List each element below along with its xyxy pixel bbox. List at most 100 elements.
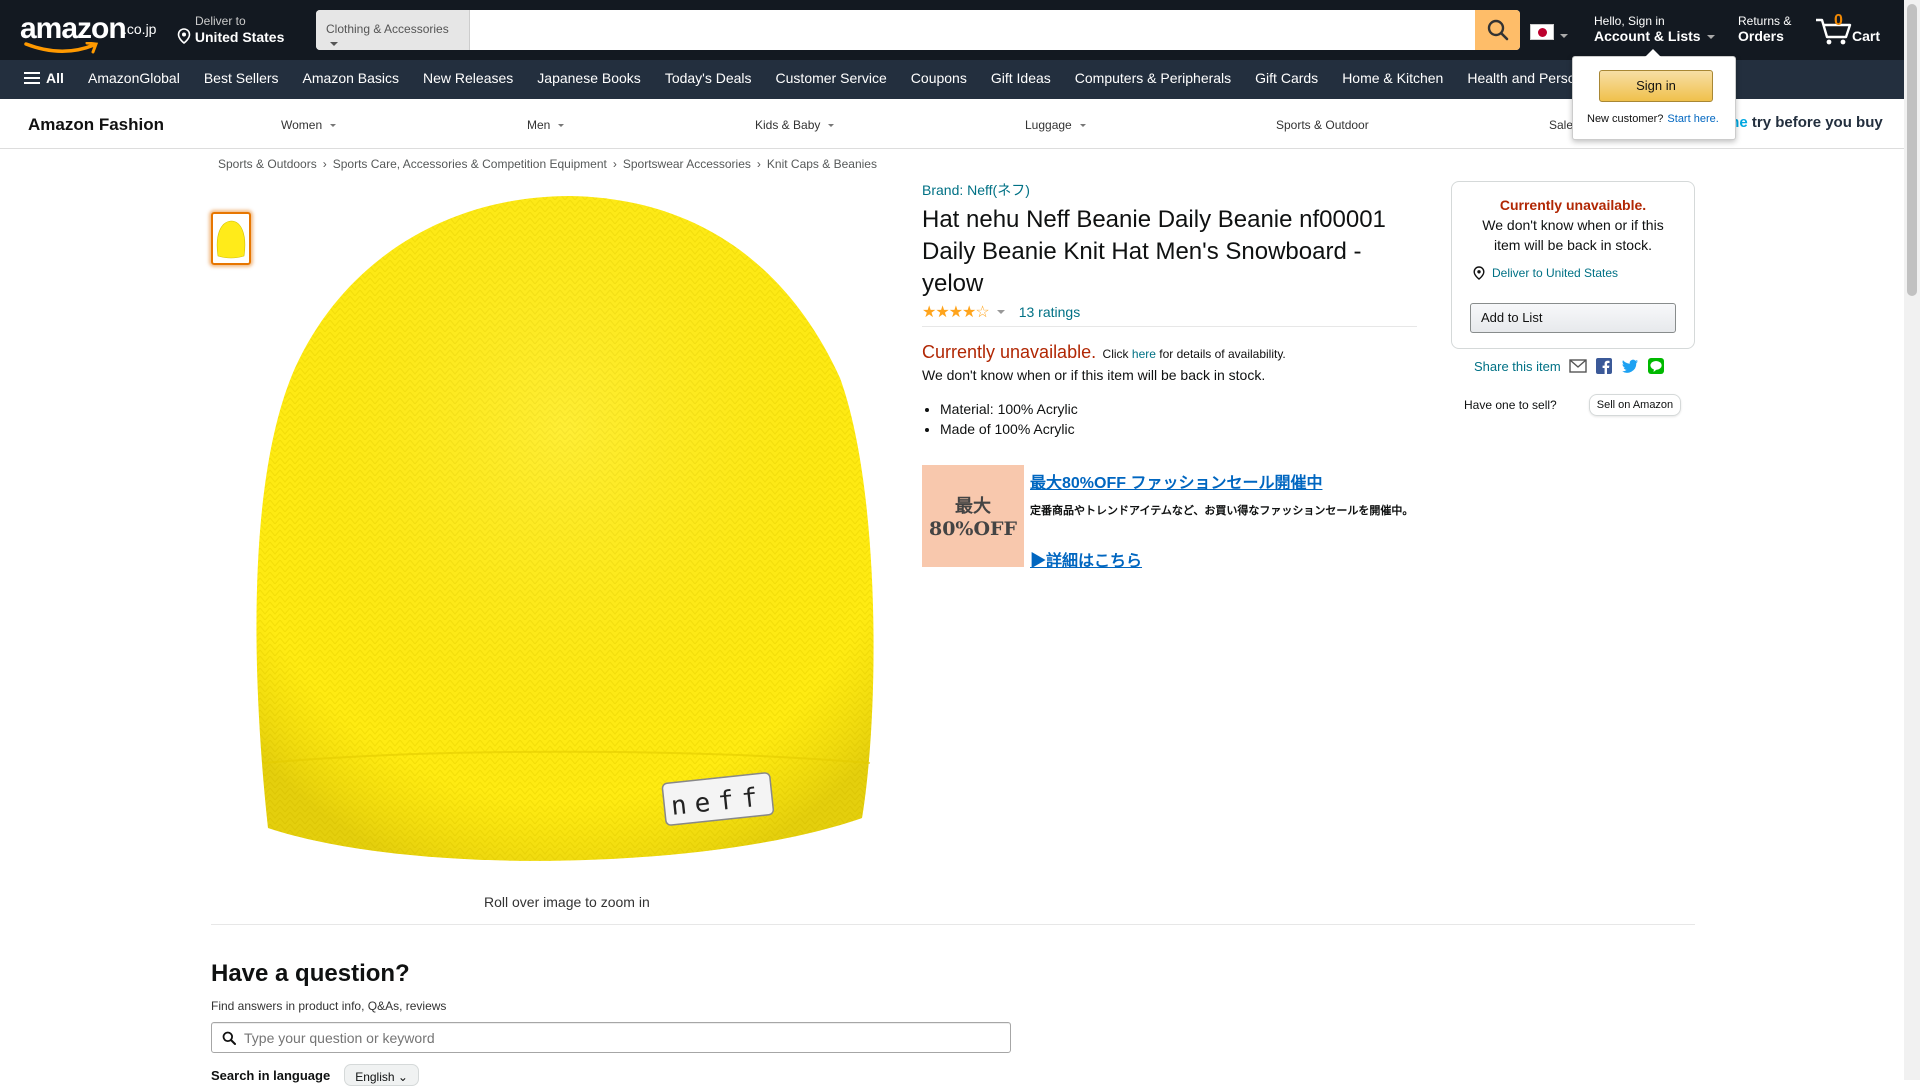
account-and-lists[interactable]: Hello, Sign in Account & Lists [1594,14,1715,44]
question-search-input[interactable] [244,1029,944,1046]
logo-smile-icon [24,42,99,54]
add-to-list-button[interactable]: Add to List [1470,303,1676,333]
fashion-nav-sale[interactable]: Sale [1549,118,1573,132]
sale-badge-line1: 最大 [955,496,991,517]
fashion-nav-luggage[interactable]: Luggage [1025,118,1086,132]
chevron-down-icon [330,41,338,46]
sale-badge-line2: 80%OFF [928,518,1018,540]
nav-item[interactable]: Today's Deals [665,70,752,86]
amazon-fashion-logo[interactable]: Amazon Fashion [28,115,164,135]
availability-section: Currently unavailable. Click here for de… [922,342,1417,383]
orders-label: Orders [1738,28,1784,44]
nav-item[interactable]: Computers & Peripherals [1075,70,1231,86]
promo-headline-link[interactable]: 最大80%OFF ファッションセール開催中 [1030,469,1322,493]
search-category-dropdown[interactable]: Clothing & Accessories [316,10,470,50]
feature-bullet: Made of 100% Acrylic [940,419,1417,439]
nav-item[interactable]: Gift Cards [1255,70,1318,86]
buybox-stock-text: We don't know when or if this item will … [1482,217,1664,253]
search-icon [222,1031,236,1045]
breadcrumb-item[interactable]: Knit Caps & Beanies [767,157,877,171]
nav-item[interactable]: New Releases [423,70,513,86]
nav-item[interactable]: Coupons [911,70,967,86]
fashion-nav-label: Kids & Baby [755,118,821,132]
all-menu-button[interactable]: All [24,70,64,86]
deliver-label: Deliver to [195,14,246,28]
cart-button[interactable]: 0 Cart [1814,12,1884,48]
fashion-nav-women[interactable]: Women [281,118,337,132]
cart-icon [1816,18,1852,45]
sign-in-flyout: Sign in New customer? Start here. [1572,49,1736,140]
beanie-image: neff [256,196,874,861]
japan-flag-icon [1530,24,1554,40]
cart-label: Cart [1852,28,1881,44]
language-select[interactable]: English ⌄ [344,1064,419,1086]
breadcrumb-item[interactable]: Sports & Outdoors [218,157,317,171]
fashion-nav-label: Women [281,118,323,132]
fashion-nav-label: Sports & Outdoor [1276,118,1369,132]
ratings-count-link[interactable]: 13 ratings [1019,304,1080,320]
unavailable-status: Currently unavailable. [922,342,1097,362]
sell-on-amazon-button[interactable]: Sell on Amazon [1588,394,1682,416]
buy-box: Currently unavailable. We don't know whe… [1451,181,1695,349]
nav-item[interactable]: Customer Service [776,70,887,86]
nav-item[interactable]: Japanese Books [537,70,641,86]
amazon-logo[interactable]: amazon .co.jp [20,12,156,54]
zoom-hint: Roll over image to zoom in [484,894,650,910]
account-greeting: Hello, Sign in [1594,14,1665,28]
line-share-icon[interactable] [1647,358,1665,374]
breadcrumb-item[interactable]: Sports Care, Accessories & Competition E… [333,157,607,171]
deliver-to-text: Deliver to United States [1492,266,1619,280]
share-row: Share this item [1474,358,1665,374]
twitter-share-icon[interactable] [1621,358,1639,374]
product-thumbnail[interactable] [211,212,251,265]
nav-item[interactable]: Health and Perso [1467,70,1575,86]
new-customer-label: New customer? [1587,113,1664,125]
fashion-nav-label: Sale [1549,118,1574,132]
chevron-down-icon[interactable] [996,310,1005,314]
beanie-thumbnail-image [216,220,246,258]
returns-and-orders[interactable]: Returns & Orders [1738,14,1791,44]
nav-item[interactable]: Best Sellers [204,70,279,86]
deliver-to-link[interactable]: Deliver to United States [1472,266,1618,280]
sign-in-button[interactable]: Sign in [1599,70,1713,102]
have-one-to-sell-label: Have one to sell? [1464,398,1557,412]
nav-item[interactable]: Gift Ideas [991,70,1051,86]
sale-badge-image[interactable]: 最大 80%OFF [922,465,1024,567]
search-input[interactable] [470,10,1470,50]
nav-item[interactable]: Home & Kitchen [1342,70,1443,86]
availability-here-link[interactable]: here [1132,347,1156,361]
fashion-nav-kids[interactable]: Kids & Baby [755,118,835,132]
deliver-country-text: United States [194,29,285,45]
qa-subtitle: Find answers in product info, Q&As, revi… [211,999,447,1013]
language-selector[interactable] [1530,24,1568,45]
availability-details: Click here for details of availability. [1103,347,1286,361]
account-label-text: Account & Lists [1594,28,1701,44]
top-nav-bar: amazon .co.jp Deliver to United States C… [0,0,1904,60]
facebook-share-icon[interactable] [1595,358,1613,374]
deliver-country: United States [175,28,284,45]
start-here-link[interactable]: Start here. [1667,113,1718,125]
product-main-image[interactable]: neff [250,188,880,873]
fashion-nav-men[interactable]: Men [527,118,565,132]
all-menu-label: All [46,70,64,86]
star-rating-icon[interactable]: ★★★★☆ [922,302,990,322]
buybox-unavailable-heading: Currently unavailable. [1499,197,1647,213]
location-pin-icon [1473,266,1485,280]
prime-try-before-you-buy-banner[interactable]: me try before you buy [1726,114,1883,131]
scrollbar-thumb[interactable] [1907,4,1917,296]
rating-row: ★★★★☆ 13 ratings [922,302,1417,327]
page-scrollbar[interactable] [1904,0,1920,1080]
search-button[interactable] [1475,10,1520,50]
chevron-down-icon [1706,35,1715,40]
email-share-icon[interactable] [1569,358,1587,374]
breadcrumb-item[interactable]: Sportswear Accessories [623,157,751,171]
search-category-label: Clothing & Accessories [326,22,449,36]
brand-link[interactable]: Brand: Neff(ネフ) [922,182,1030,198]
deliver-to-location[interactable]: Deliver to United States [175,14,284,45]
nav-item[interactable]: Amazon Basics [303,70,399,86]
fashion-nav-sports[interactable]: Sports & Outdoor [1276,118,1369,132]
feature-bullets: Material: 100% Acrylic Made of 100% Acry… [922,399,1417,439]
nav-item[interactable]: AmazonGlobal [88,70,180,86]
promo-details-link[interactable]: ▶詳細はこちら [1030,547,1142,571]
chevron-down-icon [558,124,565,128]
